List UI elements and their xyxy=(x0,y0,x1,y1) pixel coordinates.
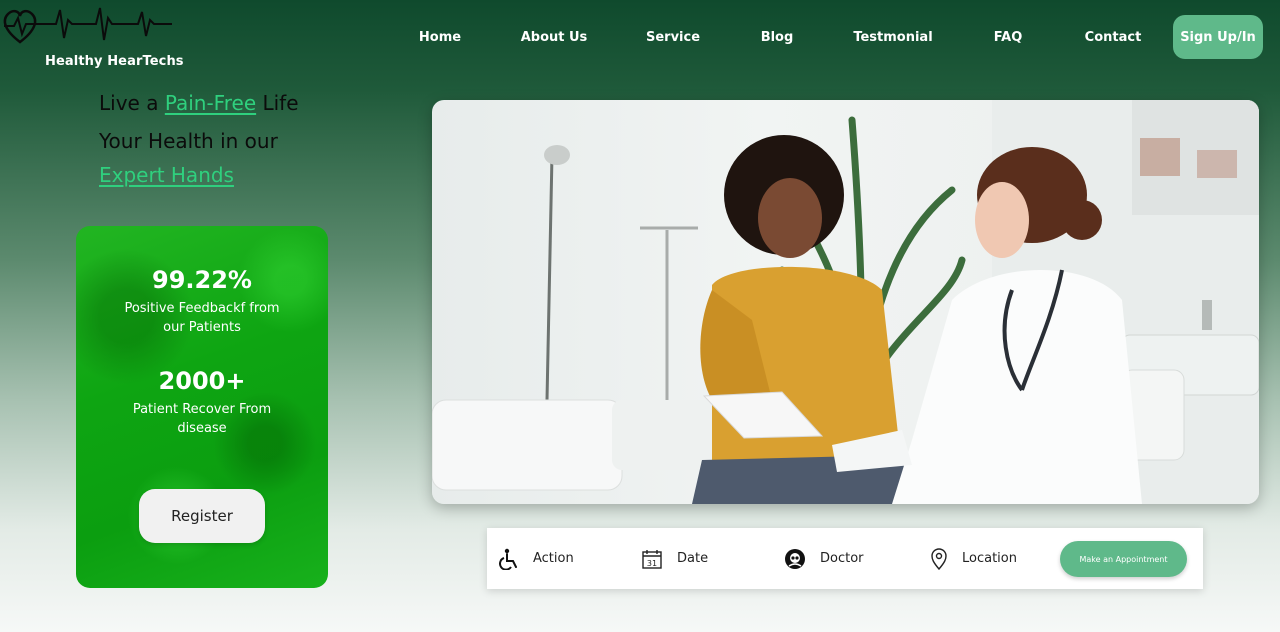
nav-about-us[interactable]: About Us xyxy=(521,30,588,45)
nav-testimonial[interactable]: Testmonial xyxy=(853,30,932,45)
main-navigation: Home About Us Service Blog Testmonial FA… xyxy=(0,0,1280,76)
doctor-consultation-image xyxy=(432,100,1259,504)
appointment-doctor-label: Doctor xyxy=(820,551,864,566)
appointment-location-label: Location xyxy=(962,551,1017,566)
calendar-icon: 31 xyxy=(642,549,662,569)
signup-button[interactable]: Sign Up/In xyxy=(1173,15,1263,59)
appointment-date-label: Date xyxy=(677,551,709,566)
pain-free-link[interactable]: Pain-Free xyxy=(165,91,256,115)
location-pin-icon xyxy=(931,547,947,570)
make-appointment-button[interactable]: Make an Appointment xyxy=(1060,541,1187,577)
stats-card: 99.22% Positive Feedbackf from our Patie… xyxy=(76,226,328,588)
hero-line-3: Expert Hands xyxy=(99,158,399,192)
hero-line-2: Your Health in our xyxy=(99,129,278,153)
stat-feedback-value: 99.22% xyxy=(152,266,252,294)
hero-line-1-prefix: Live a xyxy=(99,91,165,115)
stat-recover-label: Patient Recover From disease xyxy=(132,402,272,436)
nav-home[interactable]: Home xyxy=(419,30,461,45)
register-button[interactable]: Register xyxy=(139,489,265,543)
doctor-icon xyxy=(785,548,805,569)
appointment-location[interactable]: Location xyxy=(930,528,1017,589)
expert-hands-link[interactable]: Expert Hands xyxy=(99,163,234,187)
appointment-doctor[interactable]: Doctor xyxy=(784,528,864,589)
nav-service[interactable]: Service xyxy=(646,30,700,45)
appointment-date[interactable]: 31 Date xyxy=(641,528,708,589)
appointment-action[interactable]: Action xyxy=(499,528,574,589)
appointment-action-label: Action xyxy=(533,551,574,566)
wheelchair-icon xyxy=(499,548,517,570)
hero-line-1: Live a Pain-Free Life xyxy=(99,86,399,120)
calendar-day: 31 xyxy=(647,559,657,568)
hero-headline: Live a Pain-Free Life Your Health in our… xyxy=(99,86,399,192)
nav-faq[interactable]: FAQ xyxy=(994,30,1023,45)
appointment-bar: Action 31 Date Doctor Location Make an A… xyxy=(487,528,1203,589)
nav-contact[interactable]: Contact xyxy=(1085,30,1142,45)
hero-line-1-suffix: Life xyxy=(256,91,299,115)
stat-feedback-label: Positive Feedbackf from our Patients xyxy=(124,301,280,335)
hero-photo xyxy=(432,100,1259,504)
nav-blog[interactable]: Blog xyxy=(761,30,794,45)
stat-recover-value: 2000+ xyxy=(158,367,246,395)
